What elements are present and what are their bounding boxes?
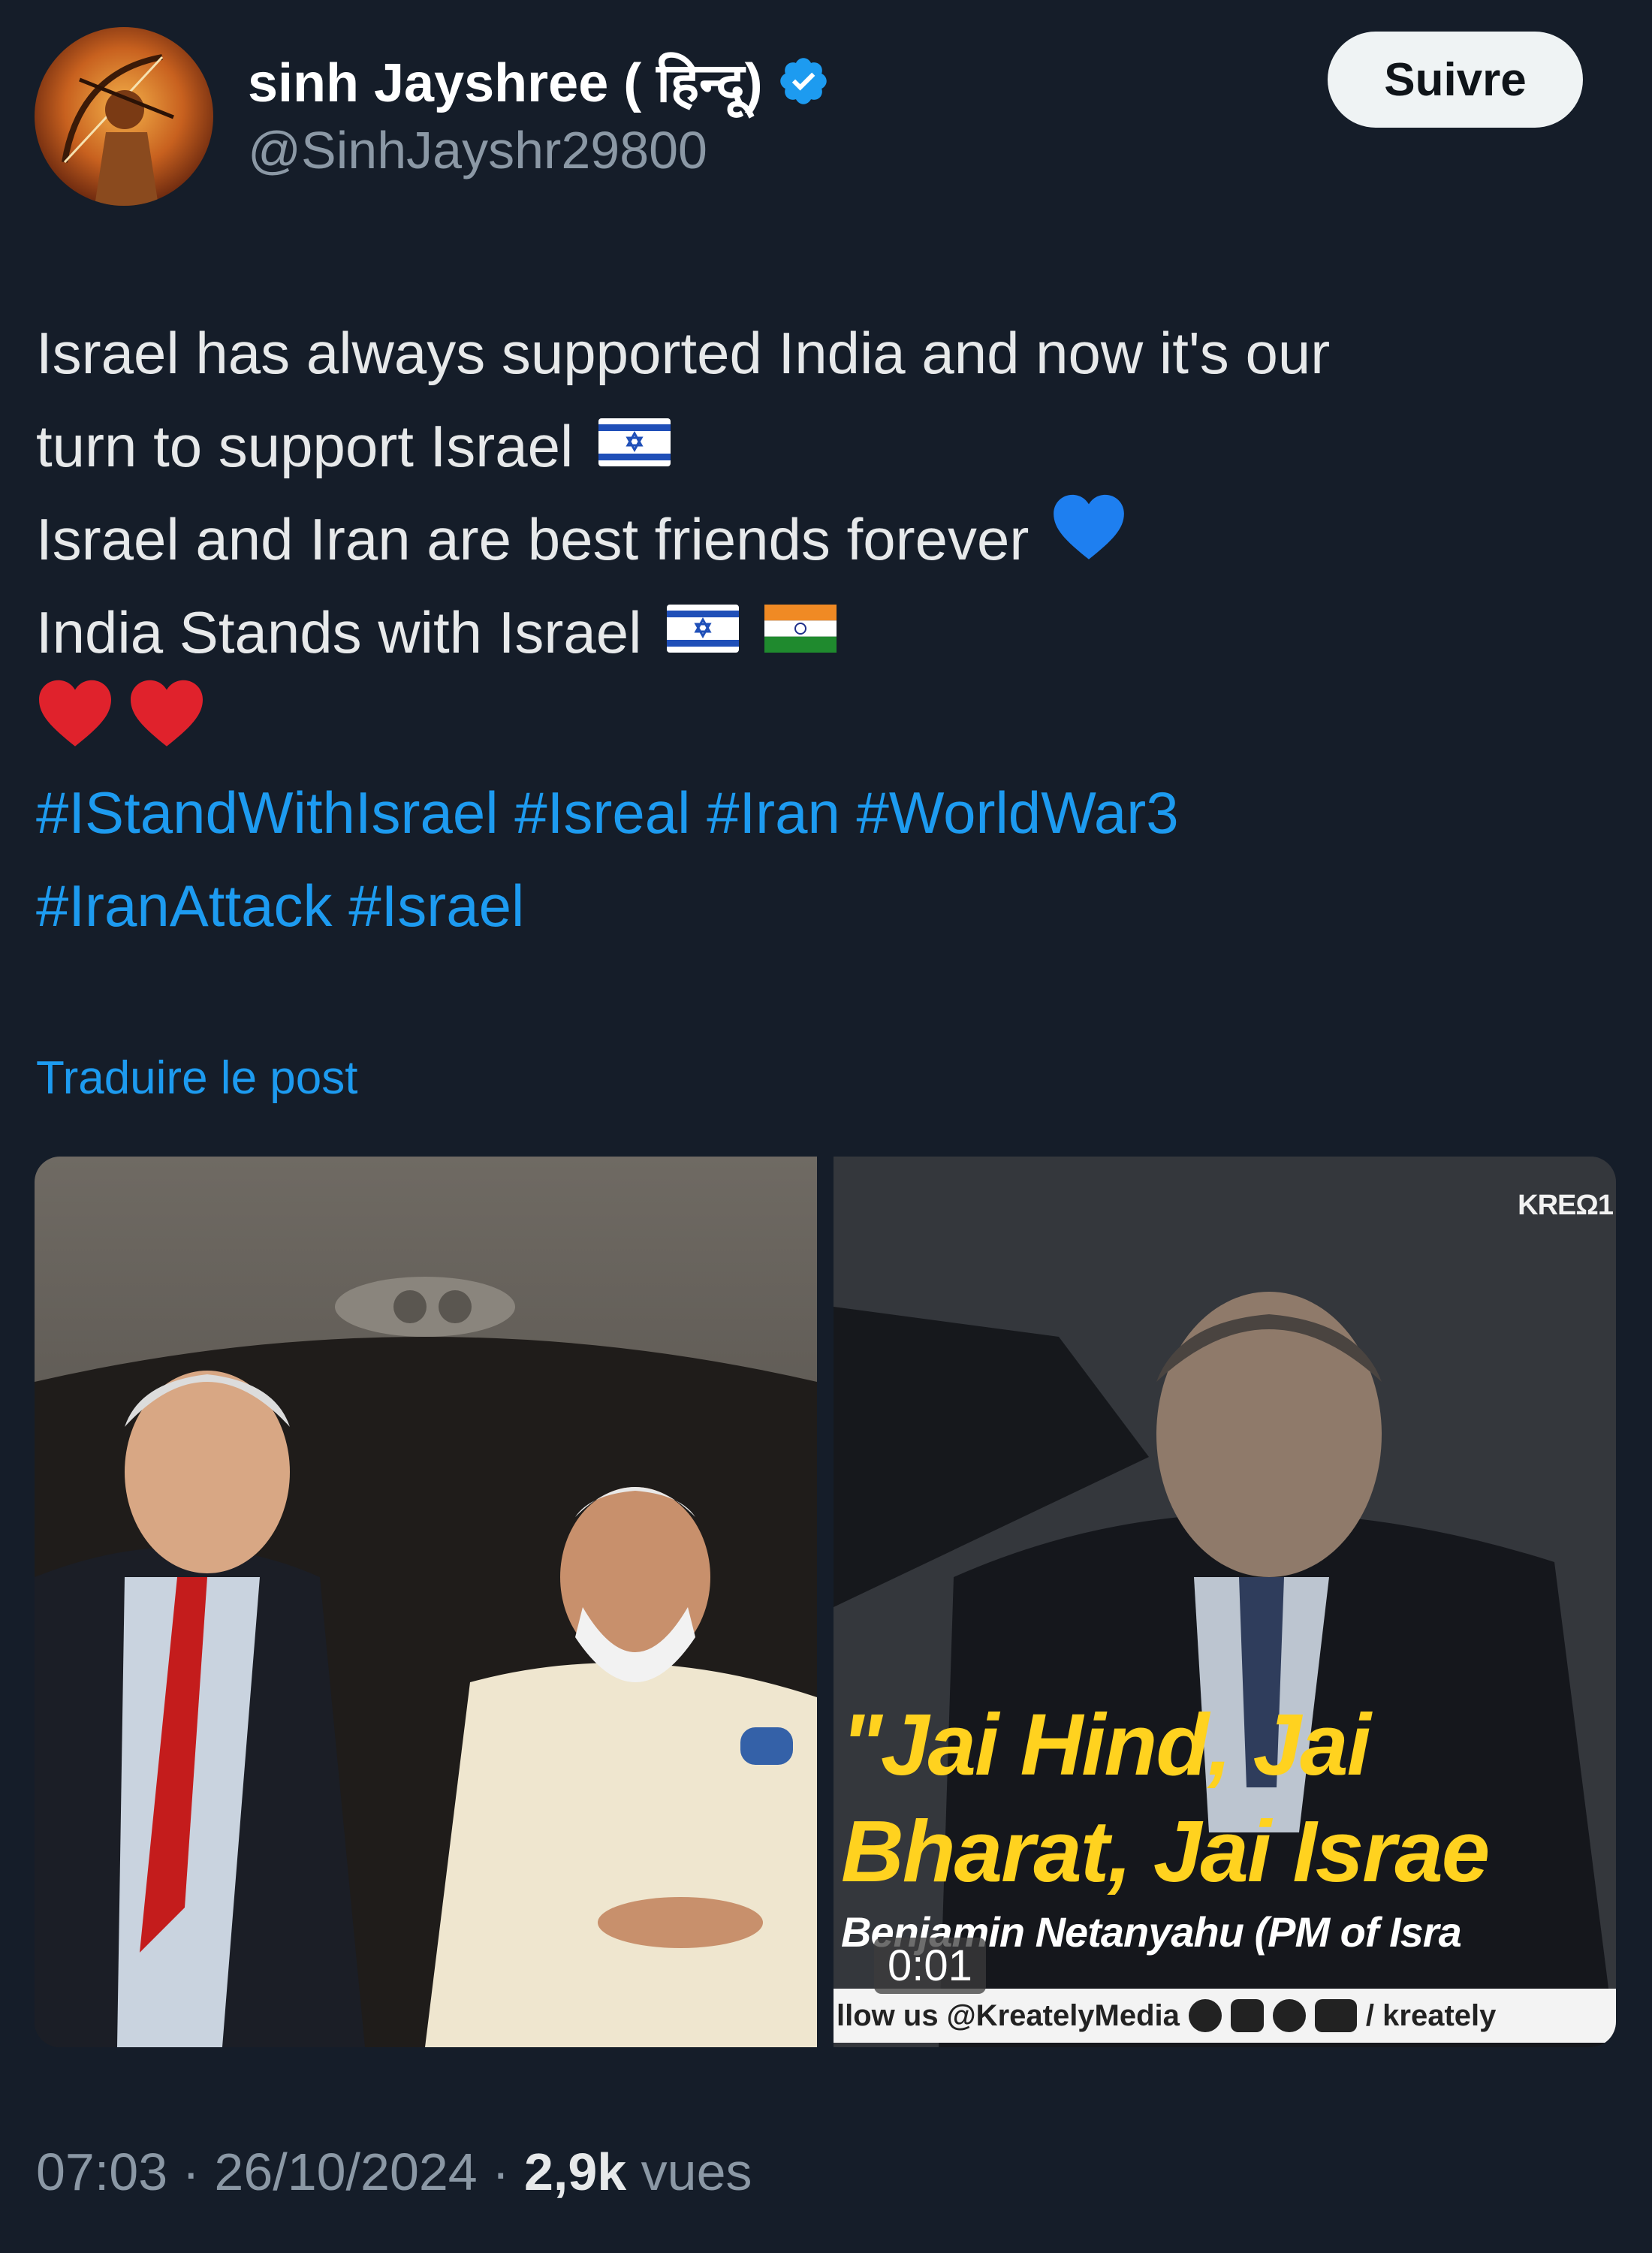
red-heart-icon bbox=[36, 677, 114, 775]
views-count[interactable]: 2,9k bbox=[524, 2143, 626, 2201]
post-line-2: turn to support Israel bbox=[36, 400, 1620, 493]
separator: · bbox=[477, 2143, 524, 2201]
author-handle[interactable]: @SinhJayshr29800 bbox=[248, 120, 707, 180]
hashtags: #IStandWithIsrael #Isreal #Iran #WorldWa… bbox=[36, 766, 1620, 952]
views-label: vues bbox=[626, 2143, 752, 2201]
follow-button[interactable]: Suivre bbox=[1328, 32, 1583, 128]
post-time[interactable]: 07:03 bbox=[36, 2143, 167, 2201]
video-netanyahu-speech[interactable]: KREΩ1 "Jai Hind, Jai Bharat, Jai Israe B… bbox=[834, 1157, 1616, 2047]
media-grid: KREΩ1 "Jai Hind, Jai Bharat, Jai Israe B… bbox=[35, 1157, 1616, 2047]
post-date[interactable]: 26/10/2024 bbox=[214, 2143, 477, 2201]
blue-heart-icon bbox=[1051, 490, 1126, 589]
post-text-line: Israel has always supported India and no… bbox=[36, 320, 1331, 386]
hashtag-line[interactable]: #IranAttack #Israel bbox=[36, 859, 1620, 952]
post-text: Israel has always supported India and no… bbox=[36, 306, 1620, 772]
video-caption-quote: "Jai Hind, Jai Bharat, Jai Israe bbox=[841, 1696, 1490, 1900]
video-social-handle: / kreately bbox=[1365, 1998, 1497, 2032]
post-text-line: Israel and Iran are best friends forever bbox=[36, 506, 1029, 572]
video-watermark: KREΩ1 bbox=[1518, 1190, 1614, 1221]
archer-avatar-icon bbox=[35, 27, 213, 206]
post-text-line: India Stands with Israel bbox=[36, 599, 642, 665]
separator: · bbox=[167, 2143, 215, 2201]
post-line-4: India Stands with Israel bbox=[36, 586, 1620, 679]
author-name-row: sinh Jayshree ( हिन्दू) bbox=[248, 45, 831, 117]
threads-icon bbox=[1188, 1999, 1222, 2032]
avatar[interactable] bbox=[35, 27, 213, 206]
author-display-name[interactable]: sinh Jayshree ( हिन्दू) bbox=[248, 44, 763, 118]
india-flag-icon bbox=[764, 586, 837, 679]
video-social-strip: llow us @KreatelyMedia / kreately bbox=[834, 1989, 1616, 2043]
photo-image bbox=[35, 1157, 817, 2047]
red-heart-icon bbox=[128, 677, 206, 775]
translate-post-link[interactable]: Traduire le post bbox=[36, 1051, 357, 1105]
video-duration-badge: 0:01 bbox=[874, 1938, 986, 1994]
video-social-text: llow us @KreatelyMedia bbox=[837, 1998, 1180, 2032]
post-text-line: turn to support Israel bbox=[36, 413, 574, 479]
post-line-1: Israel has always supported India and no… bbox=[36, 306, 1620, 400]
hashtag-line[interactable]: #IStandWithIsrael #Isreal #Iran #WorldWa… bbox=[36, 766, 1620, 859]
instagram-icon bbox=[1230, 1999, 1264, 2032]
post-line-3: Israel and Iran are best friends forever bbox=[36, 493, 1620, 586]
photo-netanyahu-modi[interactable] bbox=[35, 1157, 817, 2047]
youtube-icon bbox=[1314, 1999, 1357, 2032]
post-line-5 bbox=[36, 679, 1620, 772]
post-metadata: 07:03 · 26/10/2024 · 2,9k vues bbox=[36, 2142, 752, 2202]
facebook-icon bbox=[1272, 1999, 1306, 2032]
israel-flag-icon bbox=[667, 586, 740, 679]
israel-flag-icon bbox=[598, 400, 671, 493]
verified-badge-icon[interactable] bbox=[776, 54, 831, 108]
